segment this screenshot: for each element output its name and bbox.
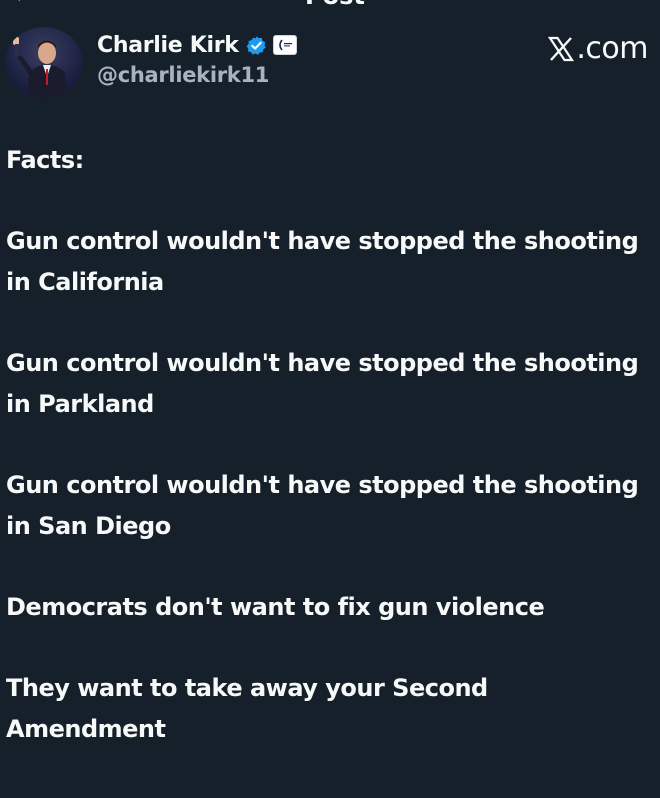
- author-name-row: Charlie Kirk ⁢: [97, 30, 297, 60]
- post-line-second-amendment: They want to take away your Second Amend…: [6, 674, 488, 743]
- page-title: Post: [305, 0, 365, 8]
- author-handle[interactable]: @charliekirk11: [97, 63, 269, 87]
- x-com-watermark: .com: [548, 31, 648, 66]
- post-line-california: Gun control wouldn't have stopped the sh…: [6, 227, 639, 296]
- avatar[interactable]: [5, 27, 83, 99]
- post-line-parkland: Gun control wouldn't have stopped the sh…: [6, 349, 639, 418]
- post-line-san-diego: Gun control wouldn't have stopped the sh…: [6, 471, 639, 540]
- post-line-facts: Facts:: [6, 146, 84, 174]
- post-line-democrats: Democrats don't want to fix gun violence: [6, 593, 545, 621]
- post-header: Charlie Kirk ⁢ @charliekirk11 .com: [0, 25, 660, 103]
- verified-badge-icon: [246, 35, 266, 55]
- top-navigation-bar: ← Post: [0, 0, 660, 12]
- affiliate-badge-icon[interactable]: ⁢: [272, 35, 297, 55]
- post-text: Facts: Gun control wouldn't have stopped…: [6, 140, 654, 790]
- author-display-name[interactable]: Charlie Kirk: [97, 33, 239, 58]
- x-com-text: .com: [576, 31, 648, 66]
- back-arrow-icon[interactable]: ←: [14, 0, 32, 8]
- x-logo-icon: [548, 36, 575, 61]
